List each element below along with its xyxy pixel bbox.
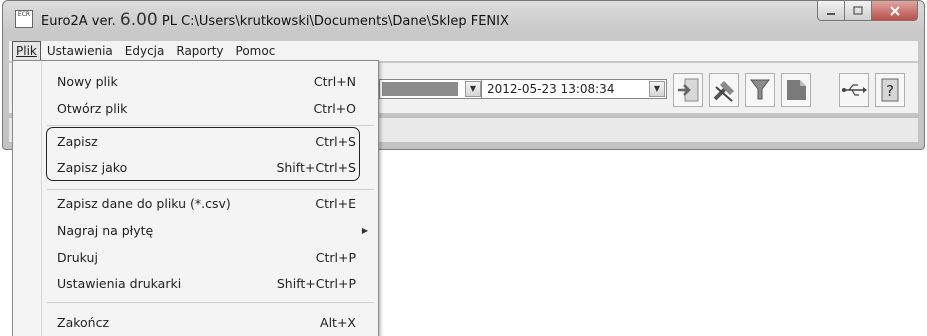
close-icon — [889, 5, 900, 16]
close-button[interactable] — [872, 1, 918, 21]
device-select[interactable]: ▼ — [379, 79, 483, 99]
menu-item-new-file[interactable]: Nowy plik Ctrl+N — [13, 69, 378, 93]
report-icon — [787, 80, 806, 100]
filter-icon — [749, 79, 771, 100]
filter-button[interactable] — [745, 73, 775, 107]
menu-separator — [47, 125, 374, 126]
menu-raporty[interactable]: Raporty — [170, 42, 229, 60]
tools-icon — [713, 81, 734, 102]
app-icon[interactable]: ECR — [15, 10, 33, 28]
menu-item-burn-disc[interactable]: Nagraj na płytę ▶ — [13, 218, 378, 242]
svg-text:?: ? — [886, 82, 894, 100]
menu-separator — [47, 302, 374, 303]
highlight-box — [46, 127, 360, 181]
minimize-button[interactable] — [817, 1, 845, 21]
menu-item-save-csv[interactable]: Zapisz dane do pliku (*.csv) Ctrl+E — [13, 191, 378, 215]
title-suffix: PL C:\Users\krutkowski\Documents\Dane\Sk… — [157, 14, 509, 29]
chevron-right-icon: ▶ — [361, 225, 368, 235]
tools-button[interactable] — [709, 73, 739, 107]
menu-item-print[interactable]: Drukuj Ctrl+P — [13, 245, 378, 269]
import-button[interactable] — [673, 73, 703, 107]
menu-item-exit[interactable]: Zakończ Alt+X — [13, 310, 378, 334]
window-controls — [817, 1, 918, 21]
maximize-button[interactable] — [845, 1, 872, 21]
menu-bar: Plik Ustawienia Edycja Raporty Pomoc — [9, 41, 918, 62]
device-select-value — [382, 82, 458, 96]
menu-pomoc[interactable]: Pomoc — [230, 42, 282, 60]
chevron-down-icon[interactable]: ▼ — [649, 81, 665, 97]
menu-ustawienia[interactable]: Ustawienia — [41, 42, 119, 60]
menu-separator — [47, 189, 374, 190]
usb-button[interactable] — [839, 73, 869, 107]
maximize-icon — [853, 5, 863, 15]
datetime-value: 2012-05-23 13:08:34 — [487, 82, 615, 96]
minimize-icon — [827, 12, 835, 15]
import-icon — [678, 78, 699, 102]
chevron-down-icon[interactable]: ▼ — [465, 81, 481, 97]
help-button[interactable]: ? — [875, 73, 905, 107]
help-icon: ? — [881, 78, 899, 102]
title-bar: ECR Euro2A ver. 6.00 PL C:\Users\krutkow… — [3, 1, 924, 35]
menu-plik[interactable]: Plik — [12, 41, 41, 61]
report-button[interactable] — [781, 73, 811, 107]
usb-icon — [842, 84, 867, 96]
file-menu-dropdown: Nowy plik Ctrl+N Otwórz plik Ctrl+O Zapi… — [12, 60, 379, 336]
datetime-select[interactable]: 2012-05-23 13:08:34 ▼ — [481, 79, 667, 99]
title-version: 6.00 — [119, 10, 158, 30]
menu-item-open-file[interactable]: Otwórz plik Ctrl+O — [13, 96, 378, 120]
window-title: Euro2A ver. 6.00 PL C:\Users\krutkowski\… — [41, 10, 509, 30]
title-prefix: Euro2A ver. — [41, 14, 120, 29]
menu-edycja[interactable]: Edycja — [119, 42, 171, 60]
menu-item-printer-settings[interactable]: Ustawienia drukarki Shift+Ctrl+P — [13, 271, 378, 295]
